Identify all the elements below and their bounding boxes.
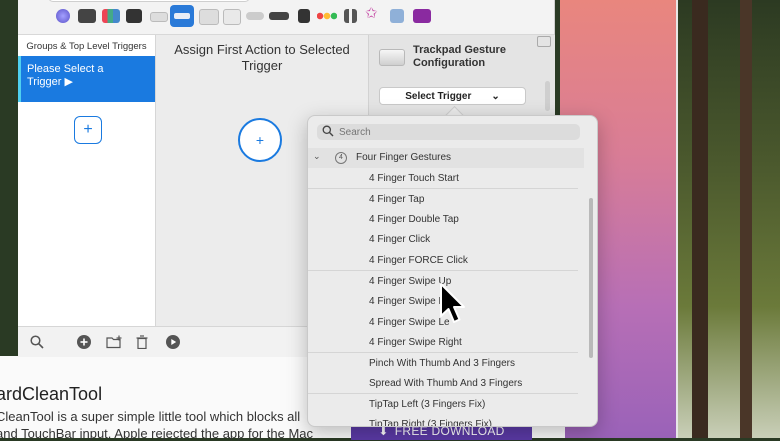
select-trigger-label: Select Trigger [405,90,472,102]
assign-action-title: Assign First Action to Selected Trigger [174,42,350,73]
chevron-down-icon: ⌄ [491,90,500,102]
device-toolbar: ✩ [18,0,554,35]
magic-mouse-icon[interactable] [150,12,168,22]
trackpad-config-icon [379,49,405,66]
triggers-sidebar: Groups & Top Level Triggers Please Selec… [18,35,156,326]
list-item[interactable]: 4 Finger Double Tap [308,209,578,229]
add-action-button[interactable]: + [238,118,282,162]
automations-icon[interactable] [344,9,357,23]
siri-remote-icon[interactable] [269,12,289,20]
keyboard-shortcuts-icon[interactable] [102,9,120,23]
popover-search-field[interactable] [317,124,580,140]
webpage-text-line: CleanTool is a super simple little tool … [0,409,301,424]
list-item[interactable]: TipTap Left (3 Fingers Fix) [308,393,578,414]
webpage-text-line: and TouchBar input. Apple rejected the a… [0,426,314,441]
group-number-badge: 4 [335,152,347,164]
sidebar-header: Groups & Top Level Triggers [26,41,147,52]
selected-trigger-item[interactable]: Please Select a Trigger ▶ [18,56,155,102]
clipboard-icon[interactable] [390,9,404,23]
trigger-picker-popover: ⌄ 4 Four Finger Gestures 4 Finger Touch … [307,115,598,427]
midi-icon[interactable]: ✩ [365,6,381,21]
list-item[interactable]: Pinch With Thumb And 3 Fingers [308,352,578,373]
config-scrollbar[interactable] [545,81,550,111]
gesture-group-header[interactable]: ⌄ 4 Four Finger Gestures [308,148,584,168]
configuration-title: Trackpad Gesture Configuration [413,44,506,69]
search-icon[interactable] [30,335,44,349]
trash-icon[interactable] [135,335,149,349]
stream-deck-icon[interactable] [126,9,142,23]
desktop-wallpaper-forest [678,0,780,438]
toolbar-search-field[interactable] [48,0,250,2]
play-icon[interactable] [166,335,180,349]
list-item[interactable]: 4 Finger FORCE Click [308,250,578,270]
list-item[interactable]: 4 Finger Tap [308,188,578,209]
touchbar-icon[interactable] [78,9,96,23]
add-trigger-button[interactable]: + [74,116,102,144]
popover-scrollbar[interactable] [589,198,593,358]
list-item[interactable]: Spread With Thumb And 3 Fingers [308,373,578,393]
add-icon[interactable] [77,335,91,349]
chevron-down-icon: ⌄ [313,151,321,161]
list-item[interactable]: 4 Finger Touch Start [308,168,578,188]
trackpad-icon[interactable] [170,5,194,27]
list-item[interactable]: 4 Finger Click [308,229,578,249]
selection-indicator [18,56,21,102]
webpage-title: ardCleanTool [0,384,103,404]
normal-mouse-icon[interactable] [246,12,264,20]
list-item[interactable]: 4 Finger Swipe Right [308,332,578,352]
select-trigger-dropdown[interactable]: Select Trigger ⌄ [379,87,526,105]
list-item[interactable]: TipTap Right (3 Fingers Fix) [308,414,578,426]
trigger-label: Please Select a Trigger ▶ [27,63,104,88]
other-device-icon[interactable] [298,9,310,23]
window-snapping-icon[interactable] [317,9,337,23]
all-apps-icon[interactable] [56,9,70,23]
search-input[interactable] [339,124,569,140]
drawings-icon[interactable] [223,9,241,25]
new-folder-icon[interactable] [106,335,122,349]
search-icon [322,125,334,137]
mouse-cursor-icon [440,283,465,323]
keyboard-icon[interactable] [199,9,219,25]
floating-menus-icon[interactable] [413,9,431,23]
group-label: Four Finger Gestures [356,152,452,163]
